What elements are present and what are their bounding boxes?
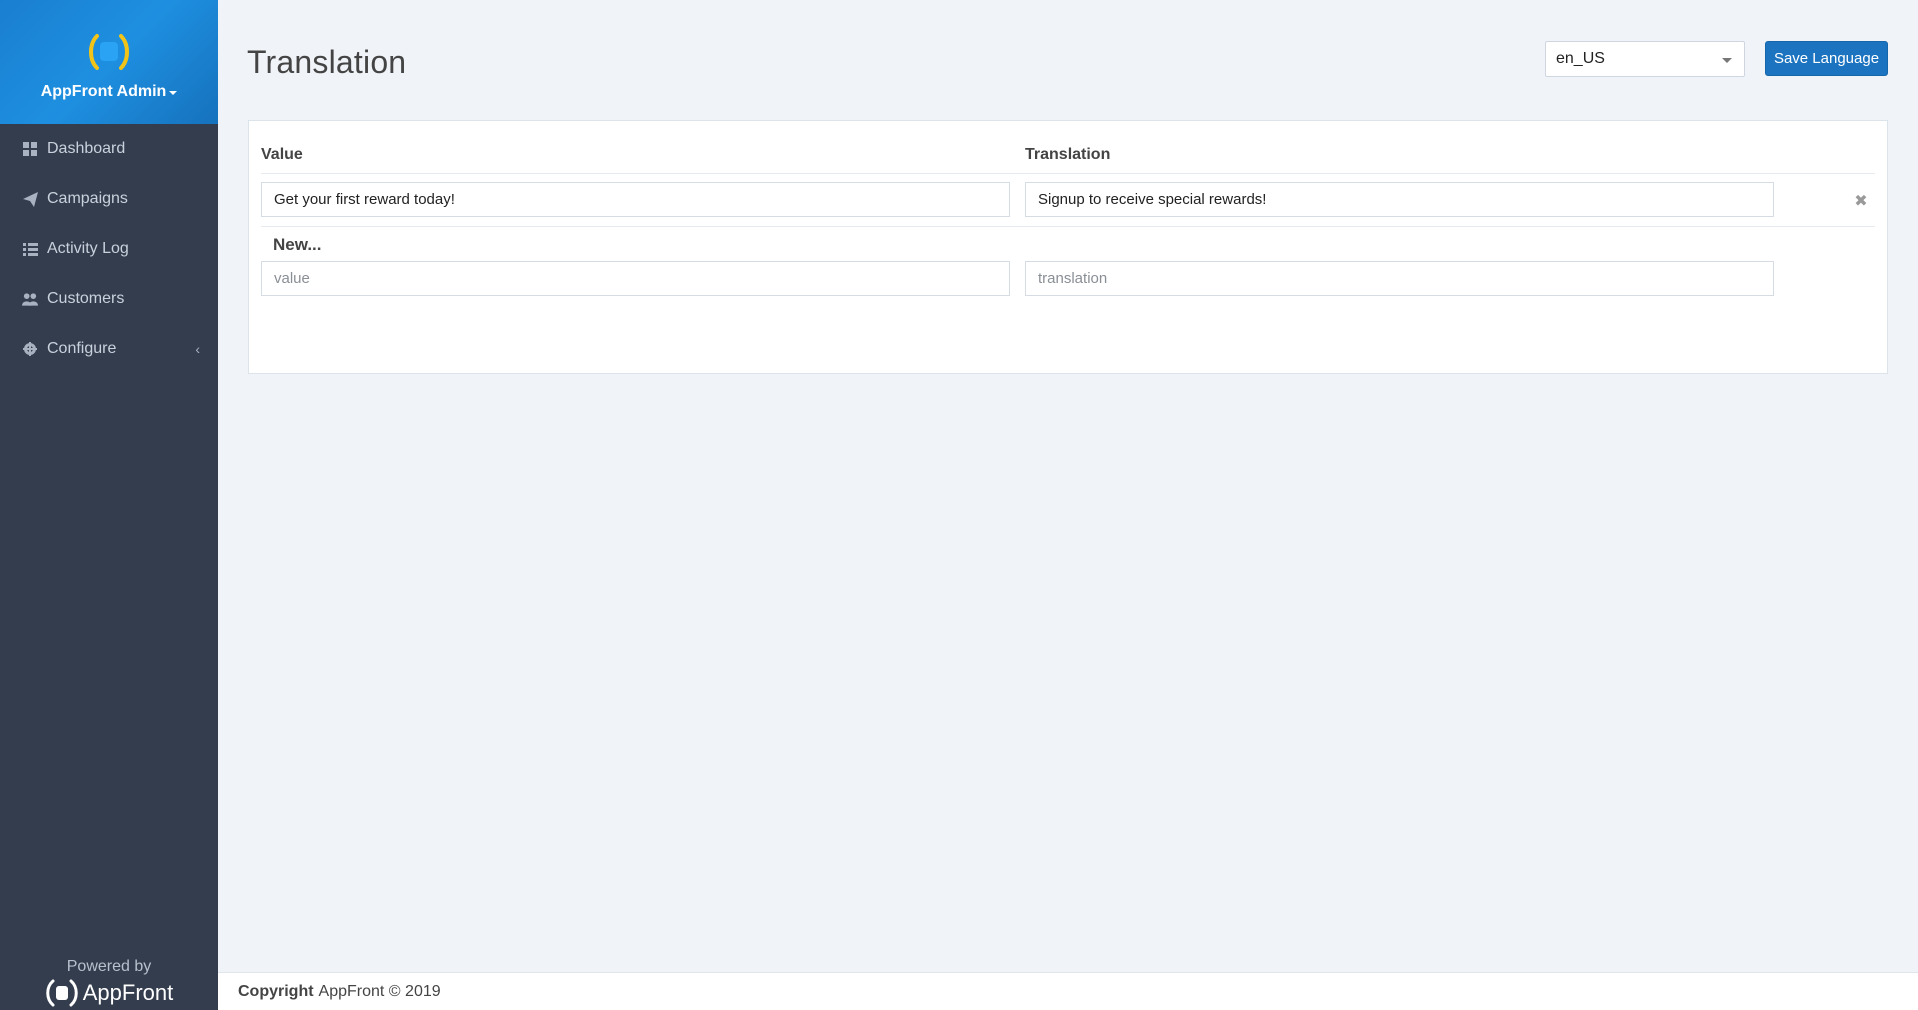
sidebar-item-configure[interactable]: Configure ‹ (0, 324, 218, 374)
list-icon (22, 241, 38, 257)
sidebar-item-label: Activity Log (47, 240, 129, 257)
language-select-value: en_US (1556, 50, 1605, 67)
appfront-logo-icon (89, 34, 129, 70)
language-select[interactable]: en_US (1545, 41, 1745, 77)
brand-name: AppFront Admin (40, 83, 167, 100)
brand-dropdown[interactable]: AppFront Admin (41, 83, 178, 101)
sidebar: AppFront Admin Dashboard Campaigns Activ… (0, 0, 218, 1010)
new-translation-input[interactable] (1025, 261, 1774, 296)
sidebar-item-customers[interactable]: Customers (0, 274, 218, 324)
sidebar-nav: Dashboard Campaigns Activity Log Custome… (0, 124, 218, 374)
chevron-down-icon (1722, 58, 1732, 63)
sidebar-item-campaigns[interactable]: Campaigns (0, 174, 218, 224)
page-title: Translation (247, 44, 407, 80)
remove-row-icon[interactable]: ✖ (1852, 193, 1870, 211)
row-value-input[interactable] (261, 182, 1010, 217)
powered-by-brand-name: AppFront (82, 980, 174, 1005)
powered-by: Powered by AppFront (0, 940, 218, 1010)
new-value-input[interactable] (261, 261, 1010, 296)
caret-down-icon (169, 91, 178, 95)
appfront-mark-icon (46, 979, 78, 1007)
gear-icon (22, 341, 38, 357)
header-divider (261, 173, 1875, 174)
dashboard-icon (22, 141, 38, 157)
footer: Copyright AppFront © 2019 (218, 972, 1918, 1010)
column-header-value: Value (261, 146, 303, 163)
translation-table: Value Translation ✖ New... (248, 120, 1888, 374)
sidebar-item-label: Campaigns (47, 190, 128, 207)
column-header-translation: Translation (1025, 146, 1111, 163)
users-icon (22, 291, 38, 307)
copyright-label: Copyright (238, 982, 314, 1000)
sidebar-item-label: Dashboard (47, 140, 126, 157)
paper-plane-icon (22, 191, 38, 207)
save-language-button[interactable]: Save Language (1765, 41, 1888, 76)
new-entry-label: New... (273, 235, 322, 254)
main-content: Translation en_US Save Language Value Tr… (218, 0, 1918, 1010)
copyright-text: AppFront © 2019 (318, 982, 441, 1000)
sidebar-item-activity-log[interactable]: Activity Log (0, 224, 218, 274)
sidebar-item-label: Customers (47, 290, 125, 307)
sidebar-item-label: Configure (47, 340, 117, 357)
row-divider (261, 226, 1875, 227)
sidebar-item-dashboard[interactable]: Dashboard (0, 124, 218, 174)
brand-header: AppFront Admin (0, 0, 218, 124)
row-translation-input[interactable] (1025, 182, 1774, 217)
app-root: AppFront Admin Dashboard Campaigns Activ… (0, 0, 1918, 1010)
powered-by-label: Powered by (66, 958, 152, 975)
chevron-left-icon: ‹ (195, 341, 200, 357)
powered-by-brand: AppFront (45, 978, 174, 1008)
